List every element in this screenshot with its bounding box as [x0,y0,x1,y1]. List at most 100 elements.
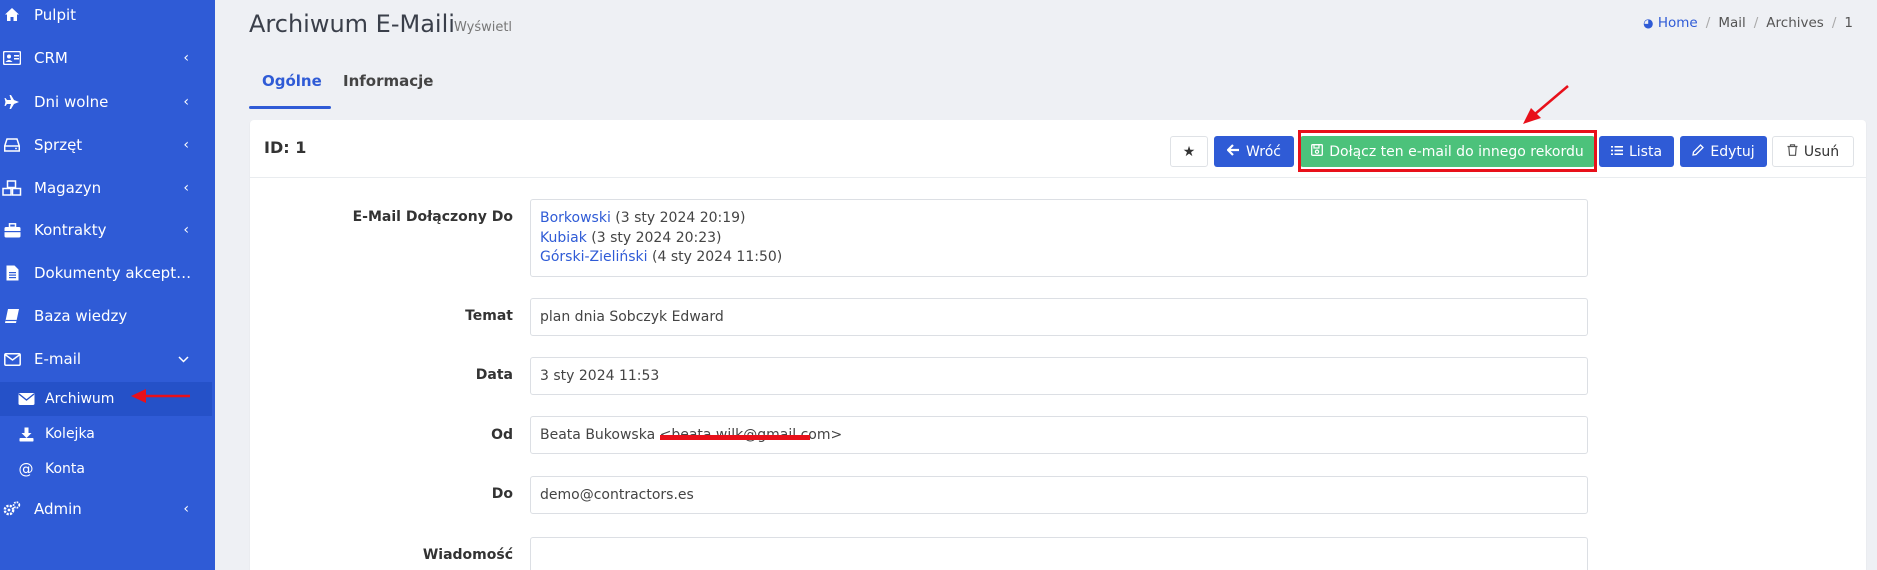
redaction-mark [660,435,810,440]
chevron-left-icon: ‹ [183,501,189,517]
sidebar-item-admin[interactable]: Admin ‹ [0,489,215,529]
card-header: ID: 1 ★ Wróć Dołącz ten e-mail do innego… [250,120,1866,178]
chevron-left-icon: ‹ [183,50,189,66]
at-icon: @ [18,460,34,478]
attached-record-date: (4 sty 2024 11:50) [652,249,783,265]
sidebar-item-label: E-mail [34,350,82,368]
breadcrumb-mail[interactable]: Mail [1718,15,1745,31]
tab-active-indicator [249,106,331,109]
breadcrumb-separator: / [1831,15,1837,31]
sidebar-item-email[interactable]: E-mail [0,339,215,379]
address-card-icon [2,48,22,68]
sidebar-subitem-label: Konta [45,461,85,477]
breadcrumb-home[interactable]: ◕ Home [1643,15,1698,31]
cogs-icon [2,499,22,519]
message-field [530,537,1588,570]
sidebar-item-label: Pulpit [34,6,77,24]
file-icon [2,263,22,283]
sidebar-subitem-kolejka[interactable]: Kolejka [0,417,212,451]
attached-record: Górski-Zieliński (4 sty 2024 11:50) [540,248,1578,268]
chevron-left-icon: ‹ [183,94,189,110]
to-label: Do [491,486,513,502]
sidebar-subitem-label: Kolejka [45,426,95,442]
annotation-highlight-box [1298,130,1597,172]
sidebar-subitem-label: Archiwum [45,391,115,407]
arrow-left-icon [1226,143,1240,160]
sidebar-subitem-konta[interactable]: @ Konta [0,452,212,486]
sidebar-item-label: Kontrakty [34,221,107,239]
breadcrumb-current: 1 [1844,15,1853,31]
page-subtitle: Wyświetl [454,20,513,35]
sidebar-item-crm[interactable]: CRM ‹ [0,38,215,78]
sidebar-item-sprzet[interactable]: Sprzęt ‹ [0,125,215,165]
home-icon [2,5,22,25]
date-label: Data [475,367,513,383]
hdd-icon [2,135,22,155]
envelope-icon [2,349,22,369]
to-field: demo@contractors.es [530,476,1588,514]
edit-button-label: Edytuj [1710,143,1755,160]
from-label: Od [491,427,513,443]
tab-ogolne[interactable]: Ogólne [262,72,322,90]
sidebar-item-magazyn[interactable]: Magazyn ‹ [0,168,215,208]
pencil-icon [1692,143,1705,160]
sidebar-item-kontrakty[interactable]: Kontrakty ‹ [0,210,215,250]
record-id: ID: 1 [264,138,307,157]
sidebar-item-label: Sprzęt [34,136,83,154]
boxes-icon [2,178,22,198]
favorite-button[interactable]: ★ [1170,136,1208,167]
back-button-label: Wróć [1246,143,1281,160]
chevron-left-icon: ‹ [183,222,189,238]
dashboard-icon: ◕ [1643,16,1654,30]
breadcrumb-separator: / [1753,15,1759,31]
sidebar-item-pulpit[interactable]: Pulpit [0,0,215,35]
sidebar-item-label: Baza wiedzy [34,307,128,325]
tab-informacje[interactable]: Informacje [343,72,433,90]
briefcase-icon [2,220,22,240]
list-icon [1610,144,1623,160]
sidebar-item-label: Magazyn [34,179,102,197]
list-button-label: Lista [1628,143,1663,160]
delete-button[interactable]: Usuń [1772,136,1854,167]
sidebar-subitem-archiwum[interactable]: Archiwum [0,382,212,416]
attached-records-box: Borkowski (3 sty 2024 20:19) Kubiak (3 s… [530,199,1588,277]
download-icon [17,425,35,443]
attached-record: Kubiak (3 sty 2024 20:23) [540,229,1578,249]
sidebar-item-label: Admin [34,500,82,518]
breadcrumb-archives[interactable]: Archives [1766,15,1824,31]
plane-icon [2,92,22,112]
attached-record-date: (3 sty 2024 20:19) [615,210,746,226]
chevron-left-icon: ‹ [183,180,189,196]
sidebar-item-baza-wiedzy[interactable]: Baza wiedzy [0,296,215,336]
trash-icon [1787,143,1798,160]
message-label: Wiadomość [422,547,513,563]
chevron-down-icon [178,351,189,367]
subject-label: Temat [465,308,513,324]
attached-record-date: (3 sty 2024 20:23) [591,229,722,246]
date-field: 3 sty 2024 11:53 [530,357,1588,395]
back-button[interactable]: Wróć [1214,136,1294,167]
attached-record: Borkowski (3 sty 2024 20:19) [540,209,1578,229]
attached-to-label: E-Mail Dołączony Do [352,209,513,225]
list-button[interactable]: Lista [1599,136,1674,167]
page-title: Archiwum E-Maili [249,10,455,38]
attached-record-link[interactable]: Borkowski [540,210,611,226]
breadcrumb: ◕ Home / Mail / Archives / 1 [1643,15,1853,31]
envelope-solid-icon [17,390,35,408]
edit-button[interactable]: Edytuj [1680,136,1767,167]
attached-record-link[interactable]: Górski-Zieliński [540,249,648,265]
annotation-arrow-top [1523,85,1569,124]
sidebar-item-label: Dni wolne [34,93,109,111]
delete-button-label: Usuń [1803,143,1840,160]
book-icon [2,306,22,326]
sidebar: Pulpit CRM ‹ Dni wolne ‹ Sprzęt ‹ Magazy… [0,0,215,570]
sidebar-item-dokumenty[interactable]: Dokumenty akceptacji [0,253,215,293]
attached-record-link[interactable]: Kubiak [540,230,587,246]
sidebar-item-label: CRM [34,49,68,67]
subject-field: plan dnia Sobczyk Edward [530,298,1588,336]
chevron-left-icon: ‹ [183,137,189,153]
sidebar-item-dni-wolne[interactable]: Dni wolne ‹ [0,82,215,122]
sidebar-item-label: Dokumenty akceptacji [34,264,194,282]
star-icon: ★ [1182,143,1196,160]
breadcrumb-separator: / [1705,15,1711,31]
